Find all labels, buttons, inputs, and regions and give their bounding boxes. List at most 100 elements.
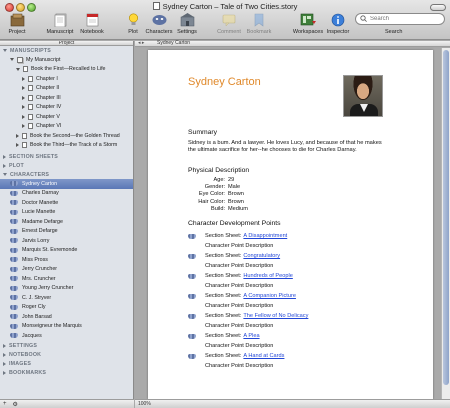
disclosure-triangle-icon[interactable] [16,133,19,138]
development-point-description[interactable]: Character Point Description [205,263,273,269]
disclosure-triangle-icon[interactable] [3,154,6,159]
sidebar-character-item[interactable]: Ernest Defarge [0,227,133,237]
disclosure-triangle-icon[interactable] [3,353,6,357]
sidebar-character-item[interactable]: Monseigneur the Marquis [0,322,133,332]
development-point-description[interactable]: Character Point Description [205,343,273,349]
section-sheet-link[interactable]: A Disappointment [243,233,287,239]
tree-item-chapter-3[interactable]: Chapter III [0,93,133,103]
disclosure-triangle-icon[interactable] [16,67,20,71]
toolbar-plot-button[interactable]: Plot [124,12,142,35]
tree-item-book-third[interactable]: Book the Third—the Track of a Storm [0,141,133,151]
search-input[interactable] [370,16,440,22]
disclosure-triangle-icon[interactable] [3,49,7,52]
section-bookmarks[interactable]: BOOKMARKS [0,369,133,378]
sidebar-character-item[interactable]: Doctor Manette [0,198,133,208]
tree-item-my-manuscript[interactable]: My Manuscript [0,55,133,65]
disclosure-triangle-icon[interactable] [3,344,6,348]
disclosure-triangle-icon[interactable] [22,95,25,100]
section-sheet-link[interactable]: A Plea [243,333,259,339]
tree-item-chapter-6[interactable]: Chapter VI [0,122,133,132]
section-sheet-link[interactable]: A Hand at Cards [243,353,284,359]
development-point-description[interactable]: Character Point Description [205,303,273,309]
development-point-description[interactable]: Character Point Description [205,283,273,289]
section-characters[interactable]: CHARACTERS [0,170,133,179]
sidebar-character-item[interactable]: Charles Darnay [0,189,133,199]
search-field[interactable] [355,13,445,25]
tree-item-chapter-4[interactable]: Chapter IV [0,103,133,113]
tree-item-book-first[interactable]: Book the First—Recalled to Life [0,65,133,75]
physical-description-list: Age: 29 Gender: Male Eye Color: Brown Hair Col… [188,177,348,213]
add-icon[interactable]: + [3,401,7,407]
disclosure-triangle-icon[interactable] [3,163,6,168]
section-sheet-link[interactable]: The Fellow of No Delicacy [243,313,308,319]
sidebar-character-item[interactable]: Sydney Carton [0,179,133,189]
development-points-list: Section Sheet: A Disappointment Character … [188,231,388,371]
document-proxy-icon[interactable] [152,2,160,10]
toolbar-settings-button[interactable]: Settings [175,12,199,35]
summary-text[interactable]: Sidney is a bum. And a lawyer. He loves … [188,140,388,154]
character-mask-icon [188,353,196,359]
gear-icon[interactable]: ⚙ [13,401,18,408]
disclosure-triangle-icon[interactable] [3,173,7,176]
section-settings[interactable]: SETTINGS [0,342,133,351]
physical-attribute-value[interactable]: Brown [228,191,244,198]
disclosure-triangle-icon[interactable] [22,105,25,110]
disclosure-triangle-icon[interactable] [22,86,25,91]
sidebar-character-item[interactable]: Madame Defarge [0,217,133,227]
toolbar-comment-button[interactable]: Comment [215,12,243,35]
section-sheet-link[interactable]: Congratulatory [243,253,280,259]
character-portrait-image[interactable] [343,75,383,117]
sidebar-character-item[interactable]: Roger Cly [0,303,133,313]
tree-item-chapter-1[interactable]: Chapter I [0,74,133,84]
vertical-scrollbar[interactable] [441,48,450,399]
sidebar-character-item[interactable]: Young Jerry Cruncher [0,284,133,294]
character-name[interactable]: Sydney Carton [188,76,261,88]
section-plot[interactable]: PLOT [0,161,133,170]
physical-attribute-value[interactable]: 29 [228,177,234,184]
disclosure-triangle-icon[interactable] [10,58,14,62]
toolbar-toggle-button[interactable] [430,4,446,11]
toolbar-notebook-button[interactable]: Notebook [79,12,105,35]
section-sheet-link[interactable]: Hundreds of People [243,273,292,279]
scrollbar-thumb[interactable] [443,50,449,385]
sidebar-character-item[interactable]: Jacques [0,331,133,341]
section-notebook-label: NOTEBOOK [9,352,42,358]
disclosure-triangle-icon[interactable] [22,124,25,129]
sidebar-character-item[interactable]: Mrs. Cruncher [0,274,133,284]
tree-item-book-second[interactable]: Book the Second—the Golden Thread [0,131,133,141]
toolbar-workspaces-button[interactable]: Workspaces [291,12,325,35]
section-sheet-link[interactable]: A Companion Picture [243,293,296,299]
physical-attribute-value[interactable]: Male [228,184,240,191]
development-point-description[interactable]: Character Point Description [205,363,273,369]
physical-attribute-value[interactable]: Brown [228,199,244,206]
disclosure-triangle-icon[interactable] [22,76,25,81]
disclosure-triangle-icon[interactable] [3,362,6,366]
sidebar-character-item[interactable]: Jarvis Lorry [0,236,133,246]
section-notebook[interactable]: NOTEBOOK [0,351,133,360]
tree-item-chapter-5[interactable]: Chapter V [0,112,133,122]
sidebar-character-item[interactable]: C. J. Stryver [0,293,133,303]
disclosure-triangle-icon[interactable] [16,143,19,148]
section-images[interactable]: IMAGES [0,360,133,369]
zoom-level[interactable]: 100% [138,401,151,407]
disclosure-triangle-icon[interactable] [22,114,25,119]
physical-attribute-value[interactable]: Medium [228,206,248,213]
binder-sidebar: Project MANUSCRIPTS My Manuscript Book t… [0,41,134,399]
section-section-sheets[interactable]: SECTION SHEETS [0,152,133,161]
toolbar-inspector-button[interactable]: Inspector [325,12,351,35]
disclosure-triangle-icon[interactable] [3,371,6,375]
toolbar-characters-button[interactable]: Characters [145,12,173,35]
toolbar-project-button[interactable]: Project [6,12,28,35]
sidebar-character-item[interactable]: John Barsad [0,312,133,322]
toolbar-bookmark-button[interactable]: Bookmark [245,12,273,35]
sidebar-character-item[interactable]: Jerry Cruncher [0,265,133,275]
tree-item-chapter-2[interactable]: Chapter II [0,84,133,94]
sidebar-character-item[interactable]: Miss Pross [0,255,133,265]
history-arrows-icon[interactable]: ◂ ▸ [138,41,144,46]
development-point-description[interactable]: Character Point Description [205,323,273,329]
sidebar-character-item[interactable]: Marquis St. Evremonde [0,246,133,256]
section-manuscripts[interactable]: MANUSCRIPTS [0,46,133,55]
development-point-description[interactable]: Character Point Description [205,243,273,249]
sidebar-character-item[interactable]: Lucie Manette [0,208,133,218]
toolbar-manuscript-button[interactable]: Manuscript [45,12,75,35]
